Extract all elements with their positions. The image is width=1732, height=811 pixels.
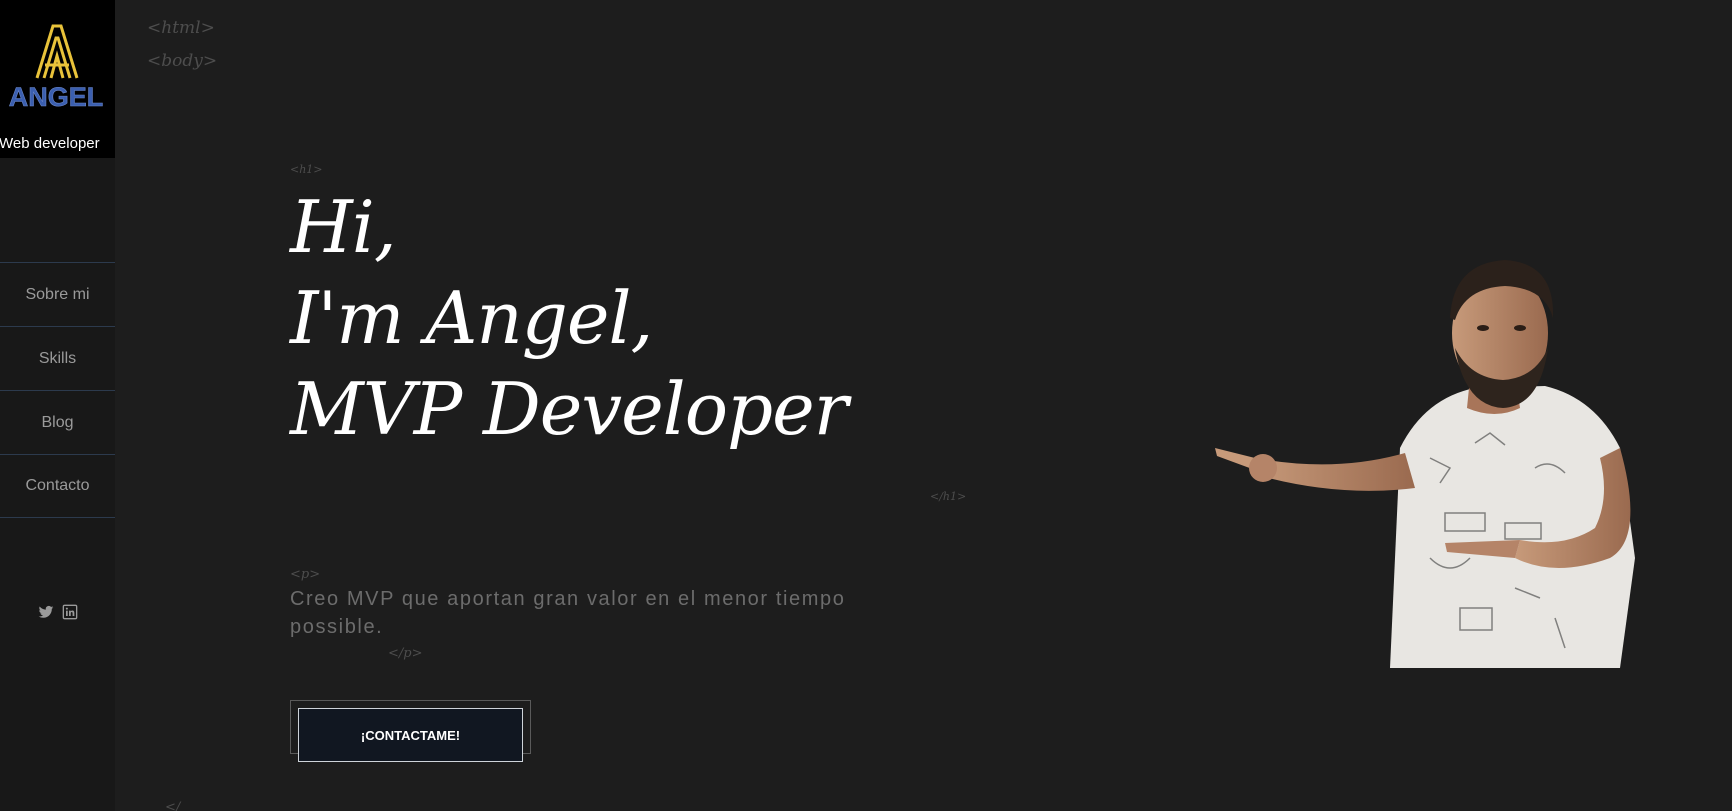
h1-close-tag: </h1> — [930, 490, 967, 503]
hero-line-1: Hi, — [290, 185, 397, 269]
hero-description: Creo MVP que aportan gran valor en el me… — [290, 588, 846, 638]
hero-line-3: MVP Developer — [290, 367, 848, 451]
hero-line-2: I'm Angel, — [290, 276, 653, 360]
contact-button[interactable]: ¡CONTACTAME! — [298, 708, 523, 762]
twitter-icon[interactable] — [38, 604, 54, 620]
html-open-tag: <html> — [147, 18, 215, 38]
sidebar: ANGEL Web developer Sobre mi Skills Blog… — [0, 0, 115, 811]
hero-heading: Hi, I'm Angel, MVP Developer — [290, 182, 848, 455]
p-open-tag: <p> — [290, 567, 321, 582]
angel-logo: ANGEL — [8, 24, 104, 110]
nav-item-blog[interactable]: Blog — [0, 390, 115, 454]
main-nav: Sobre mi Skills Blog Contacto — [0, 262, 115, 518]
social-links — [0, 604, 115, 620]
nav-item-contacto[interactable]: Contacto — [0, 454, 115, 518]
h1-open-tag: <h1> — [290, 163, 323, 176]
bottom-tag: </ — [165, 800, 181, 811]
nav-item-skills[interactable]: Skills — [0, 326, 115, 390]
linkedin-icon[interactable] — [62, 604, 78, 620]
nav-item-sobre-mi[interactable]: Sobre mi — [0, 262, 115, 326]
brand-block[interactable]: ANGEL Web developer — [0, 0, 115, 158]
p-close-tag: </p> — [388, 646, 423, 661]
body-open-tag: <body> — [147, 51, 218, 71]
brand-subtitle: Web developer — [0, 135, 100, 152]
developer-portrait — [1215, 260, 1635, 668]
svg-text:ANGEL: ANGEL — [9, 82, 104, 110]
